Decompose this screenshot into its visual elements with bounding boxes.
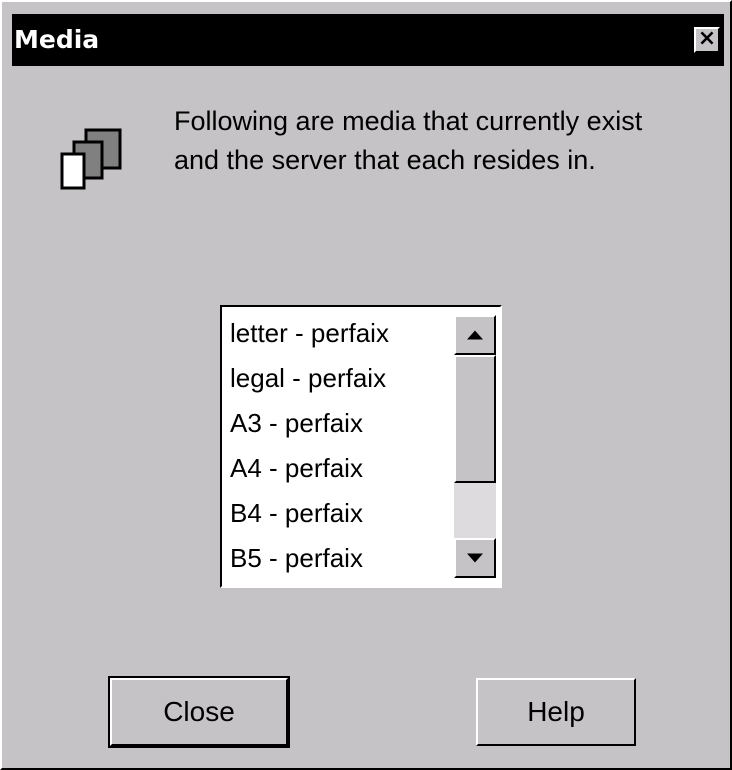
list-item[interactable]: B4 - perfaix [230,491,456,536]
down-arrow-icon [467,553,483,563]
list-item[interactable]: A3 - perfaix [230,401,456,446]
vertical-scrollbar[interactable] [454,315,496,578]
list-item[interactable]: legal - perfaix [230,356,456,401]
up-arrow-icon [467,330,483,340]
media-dialog: Media × Following are media that current… [0,0,732,770]
list-item[interactable]: B5 - perfaix [230,536,456,581]
list-item[interactable]: A4 - perfaix [230,446,456,491]
close-button[interactable]: Close [108,676,290,748]
scroll-up-button[interactable] [454,315,496,355]
front-page [60,152,86,190]
window-title: Media [14,25,100,54]
scroll-down-button[interactable] [454,538,496,578]
media-list: letter - perfaix legal - perfaix A3 - pe… [230,311,456,581]
media-pages-icon [60,128,122,190]
title-bar[interactable]: Media × [12,14,724,66]
description-text: Following are media that currently exist… [174,106,643,175]
media-listbox[interactable]: letter - perfaix legal - perfaix A3 - pe… [220,305,502,588]
list-item[interactable]: letter - perfaix [230,311,456,356]
help-button[interactable]: Help [476,678,636,746]
scroll-thumb[interactable] [454,355,496,483]
close-window-button[interactable]: × [694,27,720,53]
